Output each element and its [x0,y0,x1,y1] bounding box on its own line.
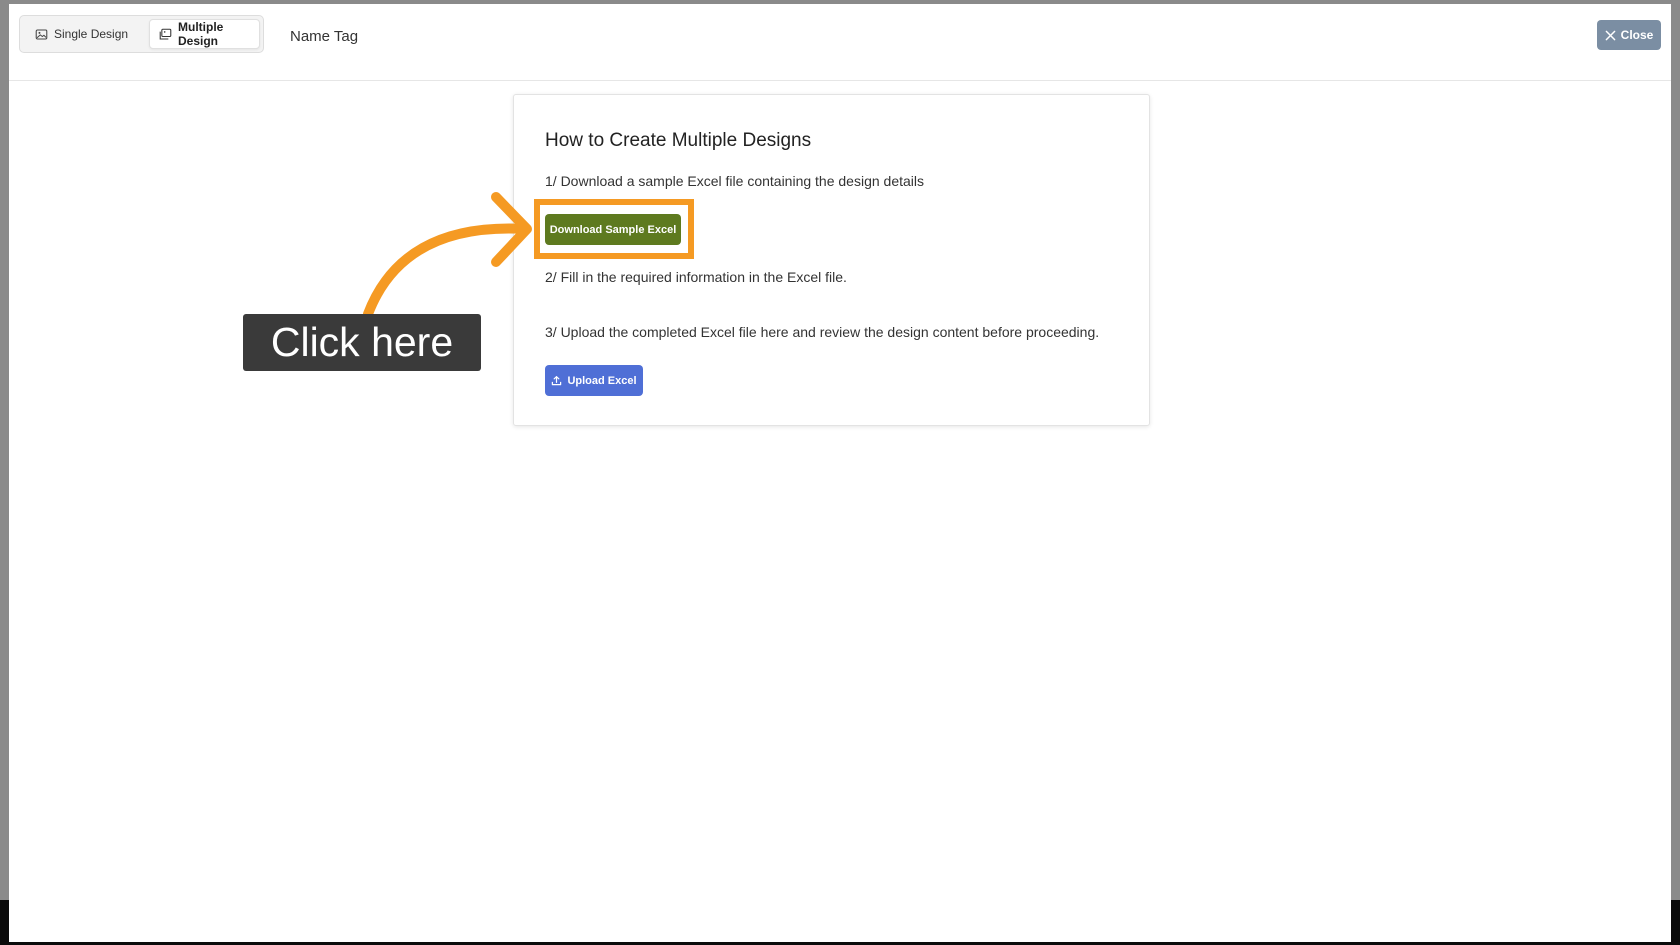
images-icon [159,28,172,39]
tab-multiple-design-label: Multiple Design [178,20,224,48]
card-title: How to Create Multiple Designs [545,130,812,151]
modal-header: Single Design Multiple Design Name Tag C… [9,4,1671,81]
annotation-arrow [363,192,532,319]
close-button-label: Close [1620,28,1654,42]
image-icon [35,29,48,39]
upload-excel-button[interactable]: Upload Excel [545,365,643,396]
instructions-card: How to Create Multiple Designs 1/ Downlo… [513,94,1150,426]
page-title: Name Tag [290,28,359,45]
close-button[interactable]: Close [1597,20,1661,50]
step-3-text: 3/ Upload the completed Excel file here … [545,324,1100,340]
upload-excel-label: Upload Excel [567,374,637,387]
design-mode-toggle: Single Design Multiple Design [19,15,264,53]
upload-icon [552,376,562,386]
tab-single-design[interactable]: Single Design [26,19,138,49]
step-1-text: 1/ Download a sample Excel file containi… [545,173,925,189]
close-icon [1605,30,1616,40]
tab-multiple-design[interactable]: Multiple Design [149,19,260,49]
step-2-text: 2/ Fill in the required information in t… [545,269,847,285]
click-here-callout: Click here [243,314,481,371]
download-sample-excel-button[interactable]: Download Sample Excel [545,214,681,245]
tab-single-design-label: Single Design [54,27,129,41]
